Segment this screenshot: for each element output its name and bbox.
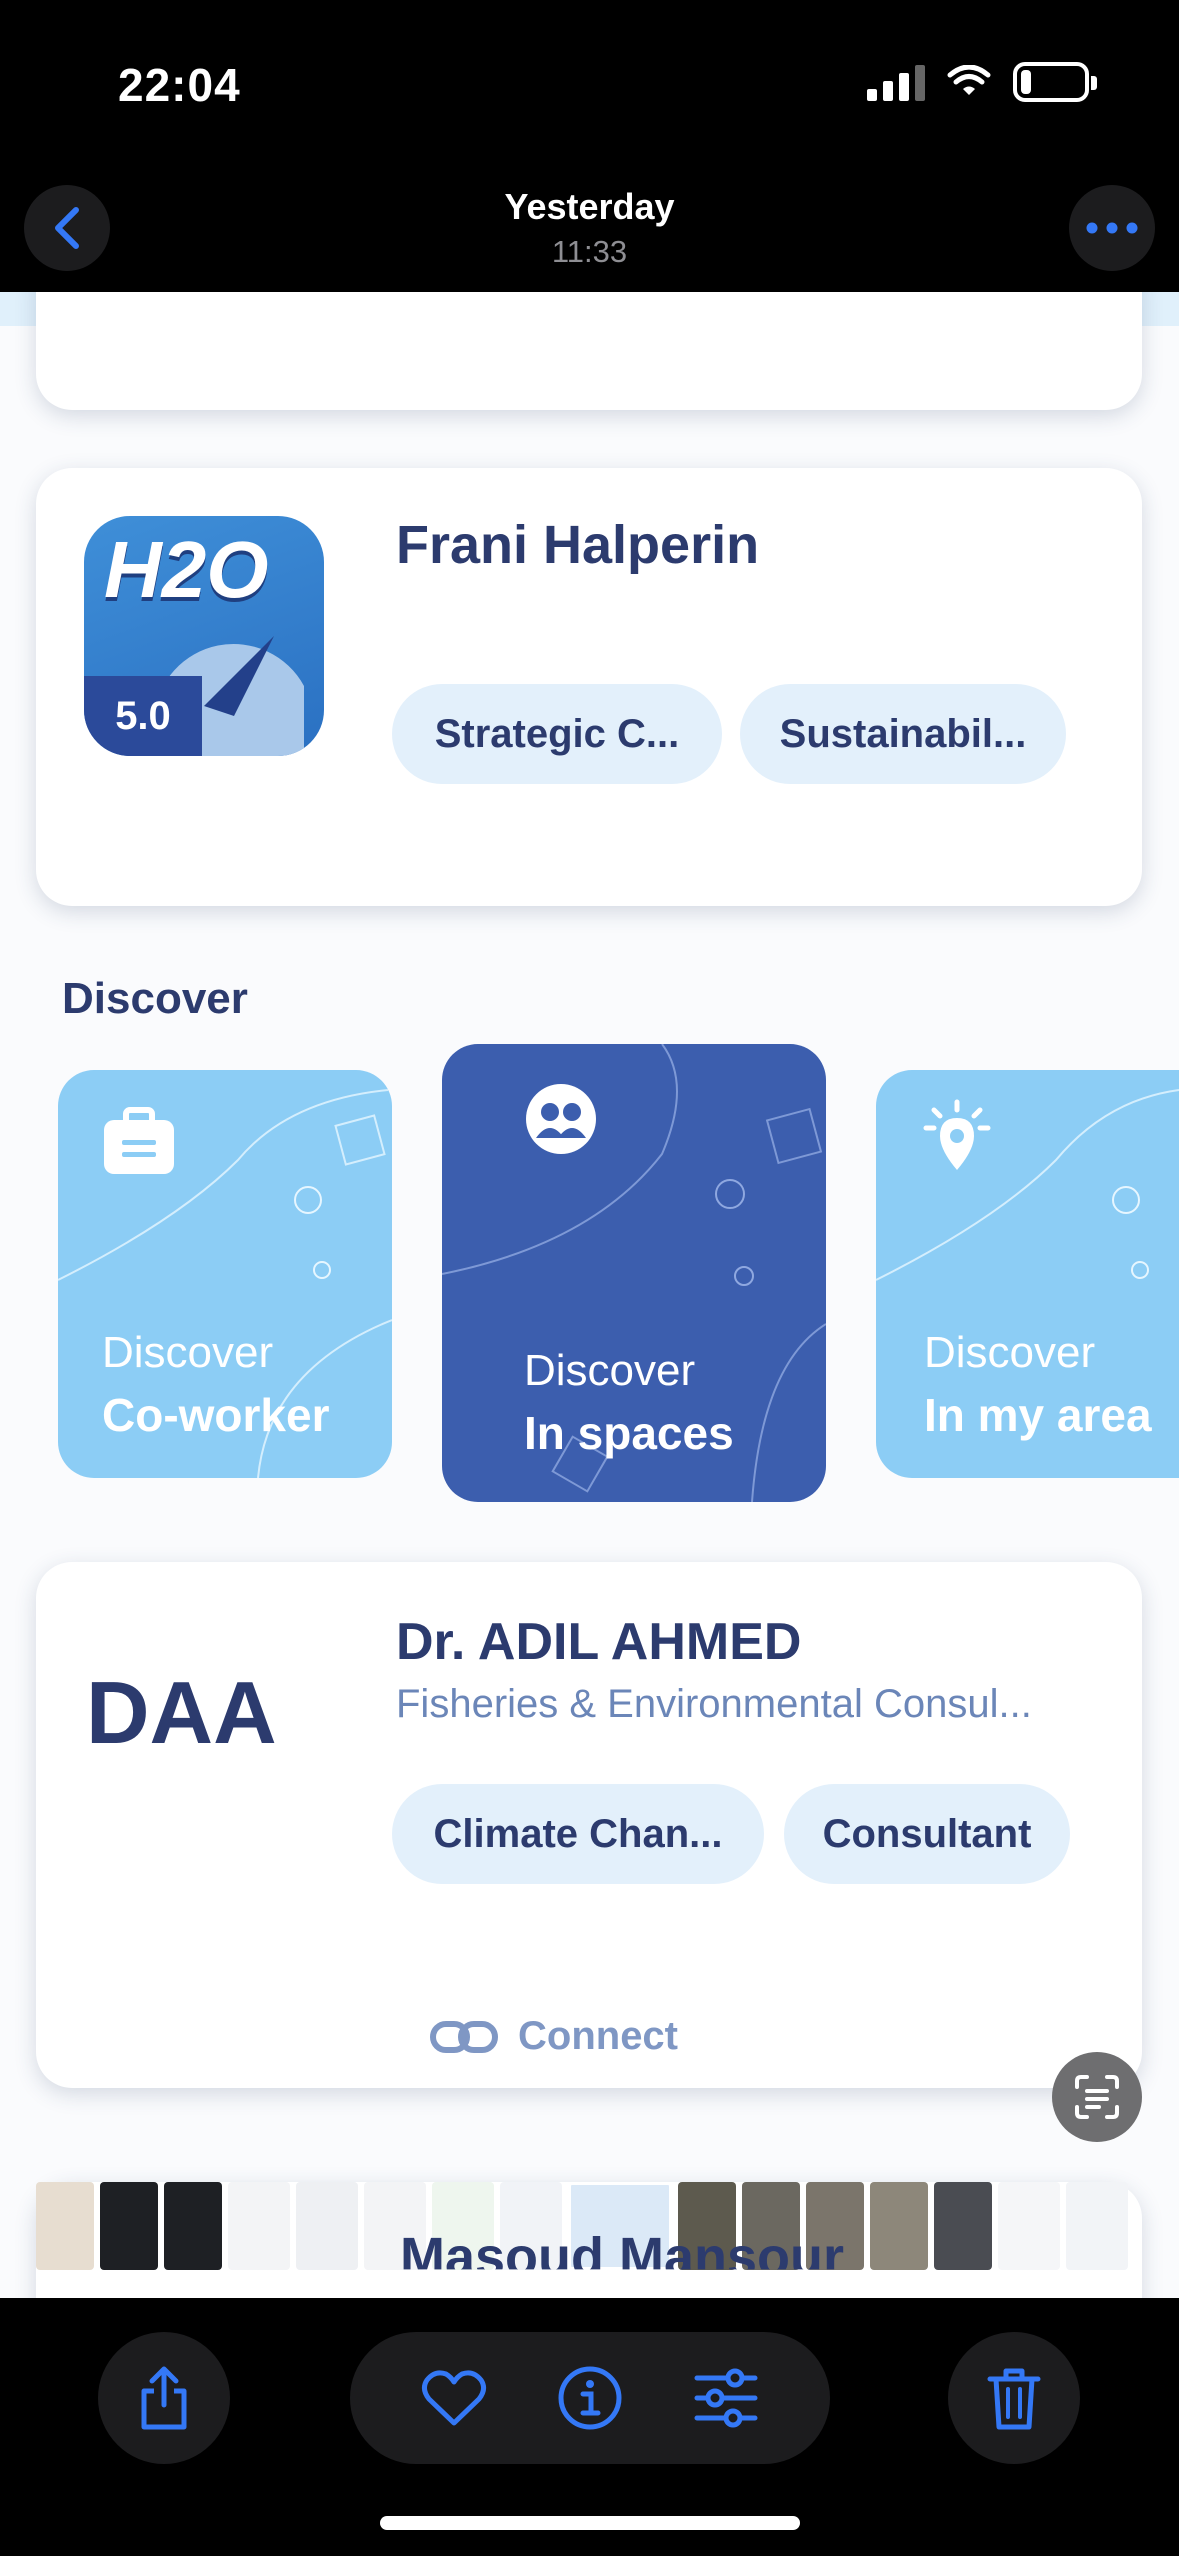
discover-title: Discover [62, 974, 248, 1023]
person-title: Fisheries & Environmental Consul... [396, 1682, 1032, 1726]
discover-label: Discover [102, 1328, 274, 1377]
thumbnail[interactable] [164, 2182, 222, 2270]
discover-label-strong: Co-worker [102, 1389, 330, 1441]
nav-subtitle: 11:33 [551, 234, 628, 269]
briefcase-icon [104, 1107, 174, 1174]
photo-content[interactable]: H2O 5.0 Frani Halperin Strategic C... Su… [0, 292, 1179, 2298]
delete-button[interactable] [948, 2332, 1080, 2464]
discover-spaces-card[interactable]: Discover In spaces [442, 1044, 826, 1502]
discover-label: Discover [524, 1346, 696, 1395]
thumbnail[interactable] [36, 2182, 94, 2270]
text-scan-icon [1075, 2075, 1119, 2119]
discover-area-card[interactable]: Discover In my area [876, 1070, 1179, 1478]
discover-label-strong: In my area [924, 1389, 1152, 1441]
person-name: Dr. ADIL AHMED [396, 1613, 802, 1671]
h2o-app-icon: H2O 5.0 [84, 516, 324, 756]
profile-card-frani: H2O 5.0 Frani Halperin Strategic C... Su… [36, 468, 1142, 906]
discover-label-strong: In spaces [524, 1407, 734, 1459]
thumbnail[interactable] [998, 2182, 1060, 2270]
thumbnail[interactable] [228, 2182, 290, 2270]
wifi-icon [947, 65, 991, 95]
discover-label: Discover [924, 1328, 1096, 1377]
link-icon [430, 2020, 498, 2053]
discover-coworker-card[interactable]: Discover Co-worker [58, 1070, 392, 1478]
profile-card-adil: DAA Dr. ADIL AHMED Fisheries & Environme… [36, 1562, 1142, 2088]
thumbnail[interactable] [100, 2182, 158, 2270]
more-button[interactable] [1069, 185, 1155, 271]
tag-chip[interactable]: Strategic C... [392, 684, 722, 784]
profile-card-partial [36, 292, 1142, 410]
adjust-icon[interactable] [693, 2368, 759, 2428]
signal-icon [867, 63, 925, 101]
thumbnail[interactable] [934, 2182, 992, 2270]
thumbnail[interactable] [1066, 2182, 1128, 2270]
heart-icon[interactable] [421, 2369, 487, 2427]
status-icons [867, 62, 1097, 102]
person-name: Frani Halperin [396, 515, 760, 575]
location-pin-icon [923, 1099, 991, 1170]
tag-chip[interactable]: Climate Chan... [392, 1784, 764, 1884]
ellipsis-icon [1086, 222, 1138, 234]
share-button[interactable] [98, 2332, 230, 2464]
info-icon[interactable] [557, 2365, 623, 2431]
thumbnail[interactable] [296, 2182, 358, 2270]
group-icon [526, 1084, 596, 1154]
trash-icon [987, 2368, 1041, 2430]
avatar-initials: DAA [86, 1663, 277, 1762]
connect-label: Connect [518, 2014, 678, 2058]
battery-icon [1013, 62, 1097, 102]
share-icon [141, 2366, 187, 2430]
tag-chip[interactable]: Consultant [784, 1784, 1070, 1884]
tag-chip[interactable]: Sustainabil... [740, 684, 1066, 784]
thumbnail[interactable] [870, 2182, 928, 2270]
app-icon-rating: 5.0 [84, 676, 202, 756]
toolbar-actions [350, 2332, 830, 2464]
connect-button[interactable]: Connect [430, 2014, 678, 2059]
nav-title: Yesterday [504, 186, 675, 227]
live-text-button[interactable] [1052, 2052, 1142, 2142]
home-indicator[interactable] [380, 2516, 800, 2530]
status-time: 22:04 [118, 59, 241, 111]
